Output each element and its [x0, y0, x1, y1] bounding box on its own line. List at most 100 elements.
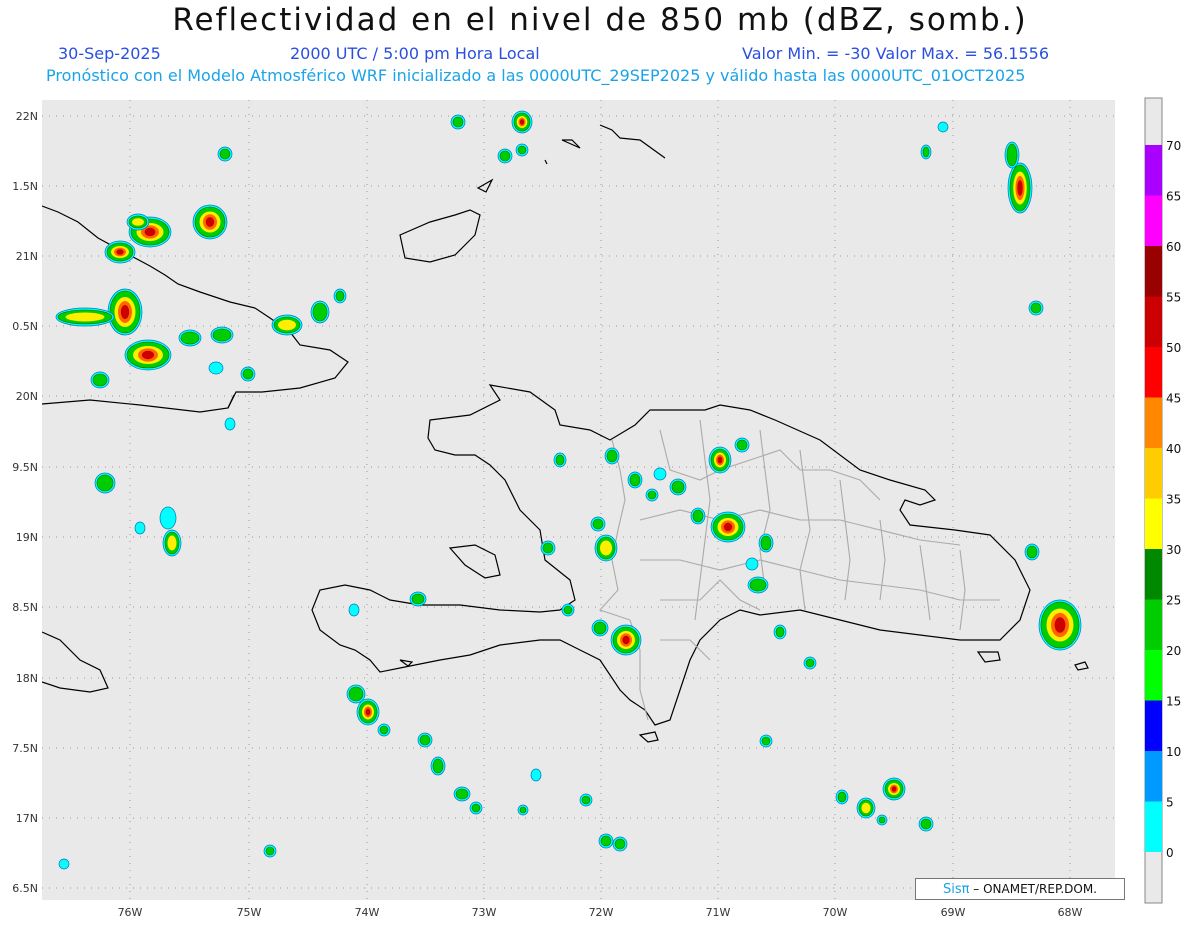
storm-cell: [1024, 543, 1040, 561]
lat-label: 22N: [16, 110, 38, 123]
lat-label: 18N: [16, 672, 38, 685]
storm-cell: [497, 148, 513, 164]
colorbar-label: 5: [1166, 796, 1174, 810]
storm-cell: [263, 844, 277, 858]
colorbar-swatch: [1145, 599, 1162, 650]
colorbar-label: 20: [1166, 644, 1181, 658]
storm-cell: [469, 801, 483, 815]
storm-cell: [1028, 300, 1044, 316]
colorbar-label: 40: [1166, 442, 1181, 456]
storm-cell: [126, 213, 150, 231]
storm-cell: [645, 488, 659, 502]
storm-cell: [708, 446, 732, 474]
storm-cell: [734, 437, 750, 453]
storm-cell: [920, 144, 932, 160]
colorbar-swatch: [1145, 751, 1162, 802]
lat-label: 17N: [16, 812, 38, 825]
storm-cell: [758, 533, 774, 553]
colorbar-label: 0: [1166, 846, 1174, 860]
colorbar-swatch: [1145, 195, 1162, 246]
storm-cell: [348, 603, 360, 617]
storm-cell: [590, 516, 606, 532]
lon-label: 70W: [823, 906, 848, 919]
colorbar-label: 35: [1166, 493, 1181, 507]
colorbar-swatch: [1145, 397, 1162, 448]
storm-cell: [162, 529, 182, 557]
storm-cell: [134, 521, 146, 535]
credit-text: – ONAMET/REP.DOM.: [973, 882, 1097, 896]
lat-label: 19N: [16, 531, 38, 544]
reflectivity-map: 76W 75W 74W 73W 72W 71W 70W 69W 68W 22N 1.5N 21N 0.…: [12, 97, 1181, 919]
colorbar-label: 30: [1166, 543, 1181, 557]
colorbar-label: 25: [1166, 594, 1181, 608]
colorbar-swatch: [1145, 246, 1162, 297]
storm-cell: [610, 624, 642, 656]
storm-cell: [417, 732, 433, 748]
sispi-logo: Sisπ: [942, 882, 970, 897]
storm-cell: [104, 240, 136, 264]
storm-cell: [178, 329, 202, 347]
forecast-date: 30-Sep-2025: [58, 44, 161, 63]
storm-cell: [124, 339, 172, 371]
storm-cell: [333, 288, 347, 304]
colorbar-swatch: [1145, 700, 1162, 751]
colorbar-label: 65: [1166, 190, 1181, 204]
credit-box: Sisπ – ONAMET/REP.DOM.: [915, 878, 1125, 900]
lat-label: 6.5N: [12, 882, 38, 895]
storm-cell: [356, 698, 380, 726]
forecast-time: 2000 UTC / 5:00 pm Hora Local: [290, 44, 540, 63]
storm-cell: [217, 146, 233, 162]
storm-cell: [453, 786, 471, 802]
storm-cell: [511, 110, 533, 134]
colorbar-label: 50: [1166, 341, 1181, 355]
colorbar-swatch: [1145, 498, 1162, 549]
storm-cell: [710, 511, 746, 543]
storm-cell: [310, 300, 330, 324]
storm-cell: [747, 576, 769, 594]
lon-label: 74W: [355, 906, 380, 919]
lat-label: 21N: [16, 250, 38, 263]
storm-cell: [107, 288, 143, 336]
storm-cell: [882, 777, 906, 801]
colorbar-label: 15: [1166, 695, 1181, 709]
storm-cell: [409, 591, 427, 607]
lon-label: 76W: [118, 906, 143, 919]
storm-cell: [937, 121, 949, 133]
storm-cell: [159, 506, 177, 530]
storm-cell: [58, 858, 70, 870]
storm-cell: [835, 789, 849, 805]
colorbar-swatch: [1145, 296, 1162, 347]
storm-cell: [598, 833, 614, 849]
colorbar-label: 60: [1166, 240, 1181, 254]
colorbar-label: 10: [1166, 745, 1181, 759]
lon-label: 73W: [472, 906, 497, 919]
storm-cell: [690, 507, 706, 525]
colorbar-swatch: [1145, 549, 1162, 600]
storm-cell: [540, 540, 556, 556]
storm-cell: [515, 143, 529, 157]
storm-cell: [856, 797, 876, 819]
colorbar-swatch: [1145, 801, 1162, 852]
storm-cell: [55, 307, 115, 327]
storm-cell: [918, 816, 934, 832]
storm-cell: [94, 472, 116, 494]
storm-cell: [876, 814, 888, 826]
colorbar-swatch: [1145, 145, 1162, 196]
storm-cell: [604, 447, 620, 465]
storm-cell: [208, 361, 224, 375]
storm-cell: [627, 471, 643, 489]
storm-cell: [591, 619, 609, 637]
model-subtitle: Pronóstico con el Modelo Atmosférico WRF…: [46, 66, 1026, 85]
storm-cell: [530, 768, 542, 782]
lat-label: 20N: [16, 390, 38, 403]
storm-cell: [90, 371, 110, 389]
storm-cell: [579, 793, 593, 807]
storm-cell: [803, 656, 817, 670]
storm-cell: [271, 314, 303, 336]
storm-cell: [346, 684, 366, 704]
storm-cell: [430, 756, 446, 776]
storm-cell: [192, 204, 228, 240]
colorbar-swatch: [1145, 347, 1162, 398]
storm-cell: [1038, 599, 1082, 651]
colorbar-swatch: [1145, 650, 1162, 701]
